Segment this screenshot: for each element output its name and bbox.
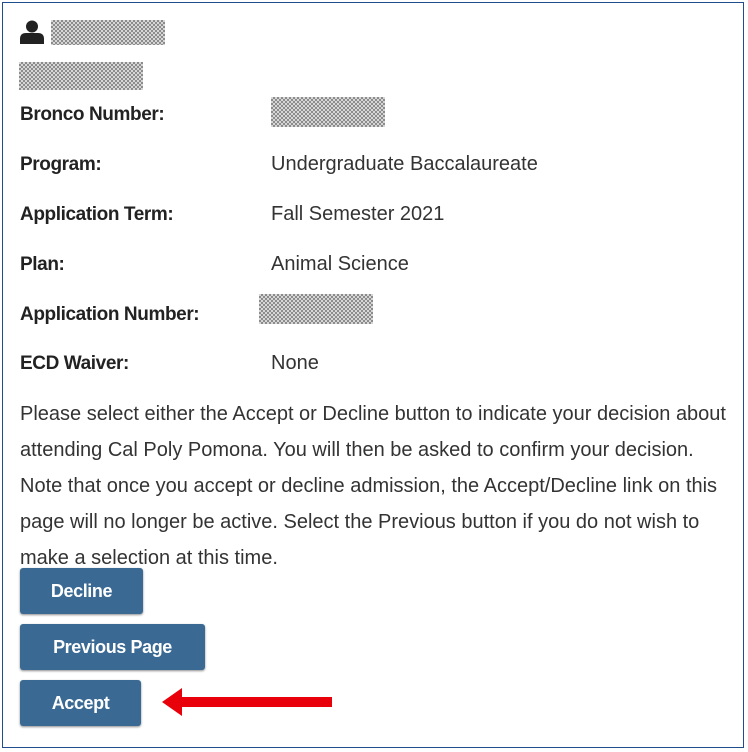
application-term-value: Fall Semester 2021 — [271, 203, 445, 225]
program-value: Undergraduate Baccalaureate — [271, 153, 538, 175]
redacted-applicant-name — [51, 20, 165, 45]
bronco-number-label: Bronco Number: — [20, 104, 165, 125]
ecd-waiver-label: ECD Waiver: — [20, 353, 129, 374]
redacted-bronco-number — [271, 97, 385, 127]
plan-label: Plan: — [20, 254, 65, 275]
application-number-label: Application Number: — [20, 304, 200, 325]
redacted-application-number — [259, 294, 373, 324]
arrow-left-icon — [162, 688, 332, 716]
ecd-waiver-value: None — [271, 352, 319, 374]
redacted-applicant-detail — [19, 62, 143, 90]
previous-page-button[interactable]: Previous Page — [20, 624, 205, 670]
decline-button[interactable]: Decline — [20, 568, 143, 614]
instructions-text: Please select either the Accept or Decli… — [20, 403, 726, 569]
user-icon — [20, 20, 44, 44]
plan-value: Animal Science — [271, 253, 409, 275]
program-label: Program: — [20, 154, 102, 175]
application-term-label: Application Term: — [20, 204, 174, 225]
accept-button[interactable]: Accept — [20, 680, 141, 726]
